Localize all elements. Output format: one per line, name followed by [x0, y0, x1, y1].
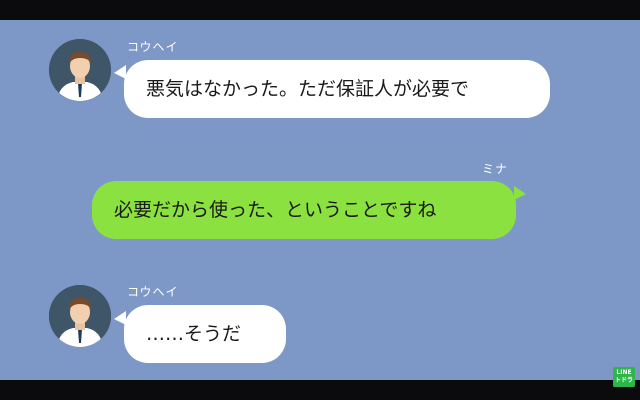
sender-name: ミナ: [482, 162, 509, 176]
bubble-tail: [514, 186, 526, 200]
message-bubble[interactable]: ……そうだ: [124, 305, 286, 363]
man-avatar-icon: [49, 39, 111, 101]
man-avatar-icon: [49, 285, 111, 347]
letterbox-top: [0, 0, 640, 20]
line-drama-logo-icon: LINE トドラ: [613, 367, 635, 387]
logo-line1: LINE: [616, 369, 632, 376]
chat-area: コウヘイ 悪気はなかった。ただ保証人が必要で ミナ 必要だから使った、ということ…: [0, 20, 640, 380]
logo-line2: トドラ: [614, 377, 633, 384]
message-bubble[interactable]: 必要だから使った、ということですね: [92, 181, 516, 239]
avatar-kohei[interactable]: [49, 285, 111, 347]
avatar-kohei[interactable]: [49, 39, 111, 101]
sender-name: コウヘイ: [127, 40, 179, 54]
message-bubble[interactable]: 悪気はなかった。ただ保証人が必要で: [124, 60, 550, 118]
sender-name: コウヘイ: [127, 285, 179, 299]
letterbox-bottom: [0, 380, 640, 400]
